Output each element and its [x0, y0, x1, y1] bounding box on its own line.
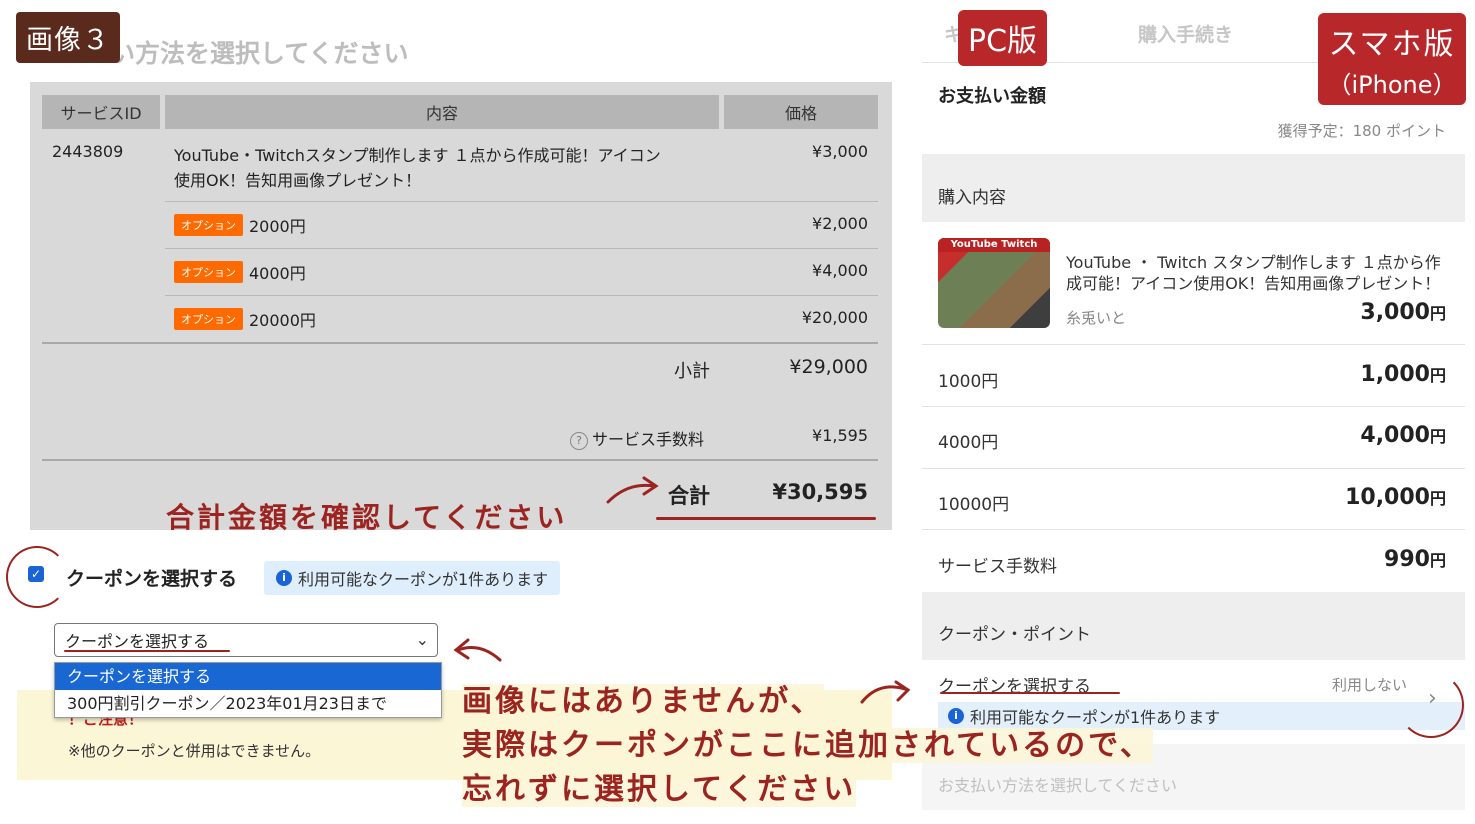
option-row-1: オプション 2000円	[174, 213, 306, 237]
annotation-arrow-icon	[606, 476, 659, 504]
item-price: 3,000円	[1300, 300, 1446, 325]
sp-version-badge: スマホ版 （iPhone）	[1318, 13, 1466, 105]
yen-unit: 円	[1429, 489, 1446, 508]
fee-label: サービス手数料	[592, 430, 705, 449]
header-content: 内容	[165, 95, 719, 129]
main-item-line2: 使用OK！告知用画像プレゼント！	[174, 171, 422, 190]
subtotal-value: ¥29,000	[789, 356, 868, 378]
chevron-highlight-circle	[1398, 672, 1464, 738]
price-row-amount: 10,000	[1345, 485, 1430, 510]
product-thumbnail[interactable]: YouTube Twitch	[938, 238, 1050, 328]
yen-unit: 円	[1429, 427, 1446, 446]
main-item-price: ¥3,000	[812, 142, 868, 161]
header-service-id: サービスID	[42, 95, 160, 129]
coupon-unused[interactable]: 利用しない	[1332, 674, 1407, 695]
annotation-bottom: 画像にはありませんが、 実際はクーポンがここに追加されているので、 忘れずに選択…	[462, 680, 1153, 812]
coupon-available-text: 利用可能なクーポンが1件あります	[298, 570, 549, 589]
notice-body: ※他のクーポンと併用はできません。	[68, 742, 321, 760]
coupon-select-value: クーポンを選択する	[65, 632, 210, 651]
option-label: 20000円	[249, 311, 316, 330]
chevron-down-icon: ⌄	[415, 630, 429, 649]
yen-unit: 円	[1429, 551, 1446, 570]
yen-unit: 円	[1429, 366, 1446, 385]
option-badge: オプション	[174, 261, 243, 283]
coupon-option[interactable]: クーポンを選択する	[55, 663, 441, 690]
help-icon[interactable]: ?	[570, 431, 588, 450]
annotation-bottom-line1: 画像にはありませんが、	[462, 684, 824, 719]
subtotal-label: 小計	[674, 361, 710, 382]
annotation-bottom-line2: 実際はクーポンがここに追加されているので、	[462, 728, 1153, 763]
amount-label: お支払い金額	[938, 86, 1046, 107]
row-divider	[165, 295, 878, 296]
option-row-2: オプション 4000円	[174, 260, 306, 284]
fee-label-wrap: ? サービス手数料	[570, 426, 704, 450]
price-row-label: 4000円	[938, 433, 999, 453]
option-price: ¥4,000	[812, 261, 868, 280]
price-row-label: 1000円	[938, 372, 999, 392]
row-divider	[165, 201, 878, 202]
coupon-option[interactable]: 300円割引クーポン／2023年01月23日まで	[55, 690, 441, 717]
pc-version-badge: PC版	[958, 10, 1048, 66]
divider	[922, 468, 1465, 469]
total-divider	[42, 459, 878, 461]
seller-name[interactable]: 糸兎いと	[1066, 307, 1126, 328]
option-price: ¥20,000	[801, 308, 868, 327]
price-row-value: 4,000円	[1280, 423, 1446, 448]
price-row-label: 10000円	[938, 495, 1010, 515]
header-price: 価格	[724, 95, 878, 129]
points-earned: 獲得予定：180 ポイント	[1277, 122, 1446, 140]
option-label: 4000円	[249, 264, 306, 283]
sp-badge-line2: （iPhone）	[1327, 71, 1457, 99]
yen-unit: 円	[1429, 304, 1446, 323]
total-label: 合計	[668, 484, 710, 508]
info-icon: i	[276, 570, 292, 586]
main-item-line1: YouTube・Twitchスタンプ制作します １点から作成可能！アイコン	[174, 146, 661, 165]
subtotal-divider	[42, 342, 878, 344]
option-badge: オプション	[174, 214, 243, 236]
price-row-amount: 990	[1384, 547, 1430, 572]
thumbnail-title: YouTube Twitch	[938, 238, 1050, 252]
divider	[922, 344, 1465, 345]
option-price: ¥2,000	[812, 214, 868, 233]
total-value: ¥30,595	[772, 480, 868, 504]
select-underline	[64, 650, 230, 652]
coupon-dropdown-list: クーポンを選択する 300円割引クーポン／2023年01月23日まで	[54, 662, 442, 718]
price-row-label: サービス手数料	[938, 557, 1057, 577]
price-row-value: 990円	[1280, 547, 1446, 572]
item-title-line2: 成可能！アイコン使用OK！告知用画像プレゼント！	[1066, 274, 1441, 293]
divider	[922, 529, 1465, 530]
item-price-value: 3,000	[1360, 300, 1430, 325]
total-underline	[656, 517, 876, 520]
service-id: 2443809	[52, 142, 124, 161]
tab-checkout[interactable]: 購入手続き	[1138, 20, 1233, 47]
purchase-header: 購入内容	[938, 188, 1006, 208]
coupon-checkbox-label[interactable]: クーポンを選択する	[66, 564, 237, 591]
price-row-value: 10,000円	[1280, 485, 1446, 510]
annotation-bottom-line3: 忘れずに選択してください	[462, 772, 857, 807]
option-label: 2000円	[249, 217, 306, 236]
annotation-arrow-left-icon	[453, 638, 502, 662]
divider	[922, 406, 1465, 407]
price-row-value: 1,000円	[1280, 362, 1446, 387]
coupon-points-header: クーポン・ポイント	[938, 625, 1091, 645]
option-badge: オプション	[174, 308, 243, 330]
option-row-3: オプション 20000円	[174, 307, 316, 331]
price-row-amount: 1,000	[1360, 362, 1430, 387]
image-label: 画像３	[16, 12, 120, 63]
annotation-check-total: 合計金額を確認してください	[166, 501, 568, 534]
sp-badge-line1: スマホ版	[1328, 27, 1456, 62]
coupon-checkbox[interactable]: ✓	[28, 566, 44, 582]
row-divider	[165, 248, 878, 249]
price-row-amount: 4,000	[1360, 423, 1430, 448]
fee-value: ¥1,595	[812, 426, 868, 445]
payment-method-heading: い方法を選択してください	[110, 39, 409, 68]
coupon-available-info: i 利用可能なクーポンが1件あります	[264, 561, 561, 595]
